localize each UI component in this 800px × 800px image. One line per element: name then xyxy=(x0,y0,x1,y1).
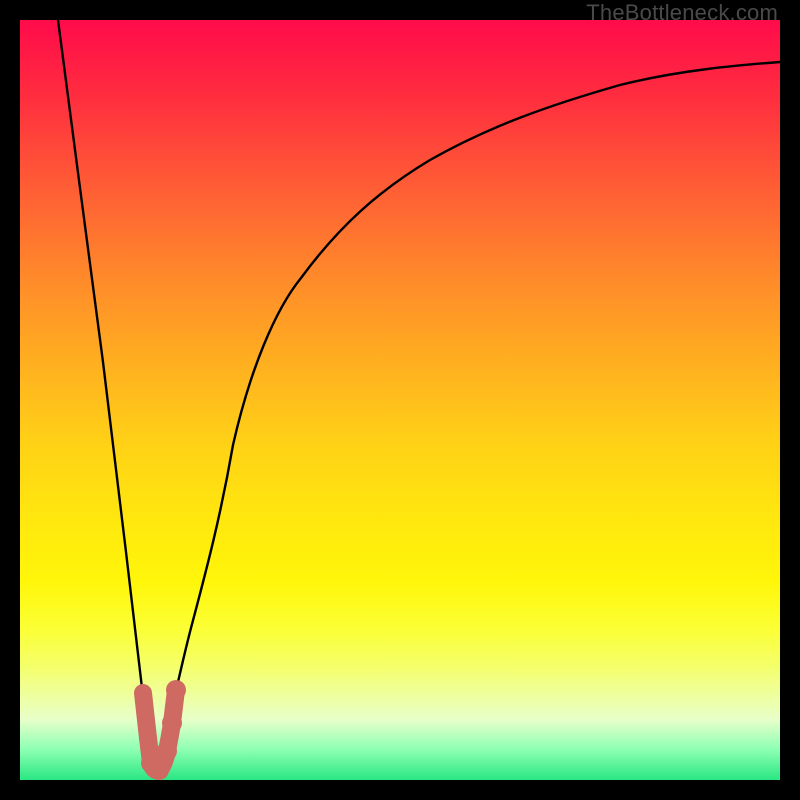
marker-hook-connector xyxy=(143,690,176,770)
left-curve xyxy=(58,20,153,765)
chart-svg xyxy=(20,20,780,780)
marker-hook xyxy=(135,680,186,780)
chart-frame: TheBottleneck.com xyxy=(0,0,800,800)
right-curve xyxy=(157,62,780,772)
plot-area xyxy=(20,20,780,780)
